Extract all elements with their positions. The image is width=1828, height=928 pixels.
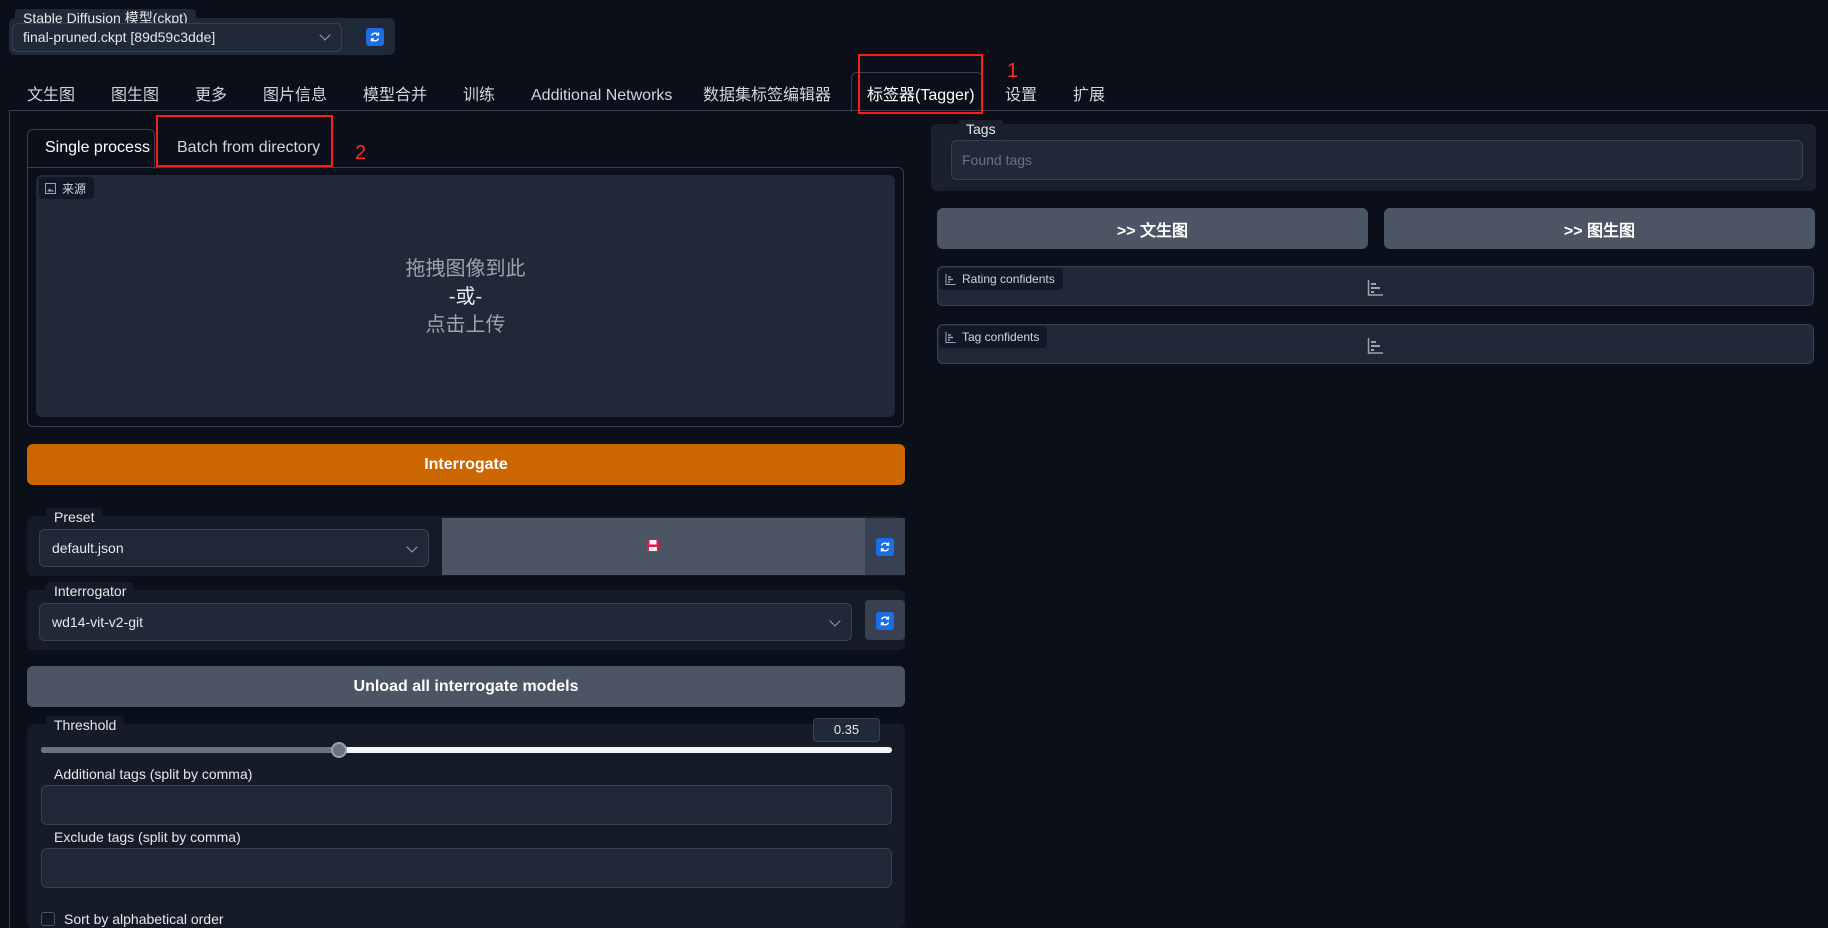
threshold-label: Threshold <box>46 716 125 734</box>
rating-confidents-badge: Rating confidents <box>939 268 1063 290</box>
annotation-box-1 <box>858 54 983 114</box>
threshold-slider-fill <box>41 747 339 753</box>
bar-chart-icon <box>945 273 956 285</box>
bar-chart-placeholder-icon <box>1367 280 1383 296</box>
additional-tags-input[interactable] <box>41 785 892 825</box>
model-select-value: final-pruned.ckpt [89d59c3dde] <box>23 29 216 45</box>
image-source-label: 来源 <box>62 181 87 196</box>
upload-click-text: 点击上传 <box>425 314 506 336</box>
refresh-interrogator-button[interactable] <box>876 612 894 630</box>
preset-label: Preset <box>46 508 103 526</box>
send-to-txt2img-button[interactable]: >> 文生图 <box>937 208 1368 249</box>
image-icon <box>45 182 56 194</box>
annotation-number-2: 2 <box>355 142 367 164</box>
interrogator-label: Interrogator <box>46 582 135 600</box>
threshold-slider-thumb[interactable] <box>331 742 347 758</box>
interrogator-select-value: wd14-vit-v2-git <box>52 614 144 630</box>
preset-select[interactable]: default.json <box>39 529 429 567</box>
tab-additional-networks[interactable]: Additional Networks <box>531 80 672 112</box>
settings-panel <box>27 724 905 928</box>
save-icon <box>647 540 659 552</box>
chevron-down-icon <box>829 615 841 627</box>
tab-train[interactable]: 训练 <box>463 80 495 112</box>
interrogate-button[interactable]: Interrogate <box>27 444 905 485</box>
tab-txt2img[interactable]: 文生图 <box>27 80 75 112</box>
upload-or-text: -或- <box>448 286 483 308</box>
chevron-down-icon <box>319 29 331 41</box>
refresh-icon <box>370 32 380 42</box>
tags-output[interactable]: Found tags <box>951 140 1803 180</box>
tab-extras[interactable]: 更多 <box>195 80 227 112</box>
refresh-model-button[interactable] <box>366 28 384 46</box>
additional-tags-label: Additional tags (split by comma) <box>46 765 261 783</box>
tab-checkpoint-merger[interactable]: 模型合并 <box>363 80 427 112</box>
tab-dataset-tag-editor[interactable]: 数据集标签编辑器 <box>703 80 831 112</box>
refresh-icon <box>880 542 890 552</box>
upload-instructions: 拖拽图像到此 -或- 点击上传 <box>36 255 895 339</box>
bar-chart-icon <box>945 331 956 343</box>
tab-extensions[interactable]: 扩展 <box>1073 80 1105 112</box>
tab-img2img[interactable]: 图生图 <box>111 80 159 112</box>
subtab-single-process[interactable]: Single process <box>45 139 150 157</box>
sort-alphabetical-checkbox[interactable] <box>41 912 55 926</box>
refresh-icon <box>880 616 890 626</box>
image-source-badge: 来源 <box>39 177 95 199</box>
annotation-number-1: 1 <box>1007 60 1019 82</box>
tag-confidents-label: Tag confidents <box>962 330 1040 344</box>
sort-alphabetical-label: Sort by alphabetical order <box>64 911 224 927</box>
preset-select-value: default.json <box>52 540 124 556</box>
chevron-down-icon <box>406 541 418 553</box>
exclude-tags-label: Exclude tags (split by comma) <box>46 828 249 846</box>
annotation-box-2 <box>156 115 333 167</box>
save-preset-button[interactable] <box>442 518 865 575</box>
unload-models-button[interactable]: Unload all interrogate models <box>27 666 905 707</box>
rating-confidents-label: Rating confidents <box>962 272 1055 286</box>
refresh-preset-button[interactable] <box>876 538 894 556</box>
model-select[interactable]: final-pruned.ckpt [89d59c3dde] <box>12 23 342 52</box>
bar-chart-placeholder-icon <box>1367 338 1383 354</box>
tag-confidents-badge: Tag confidents <box>939 326 1048 348</box>
tab-png-info[interactable]: 图片信息 <box>263 80 327 112</box>
threshold-value-input[interactable]: 0.35 <box>813 718 880 742</box>
send-to-img2img-button[interactable]: >> 图生图 <box>1384 208 1815 249</box>
exclude-tags-input[interactable] <box>41 848 892 888</box>
tab-settings[interactable]: 设置 <box>1005 80 1037 112</box>
tags-label: Tags <box>958 120 1004 138</box>
interrogator-select[interactable]: wd14-vit-v2-git <box>39 603 852 641</box>
upload-drop-text: 拖拽图像到此 <box>405 258 526 280</box>
